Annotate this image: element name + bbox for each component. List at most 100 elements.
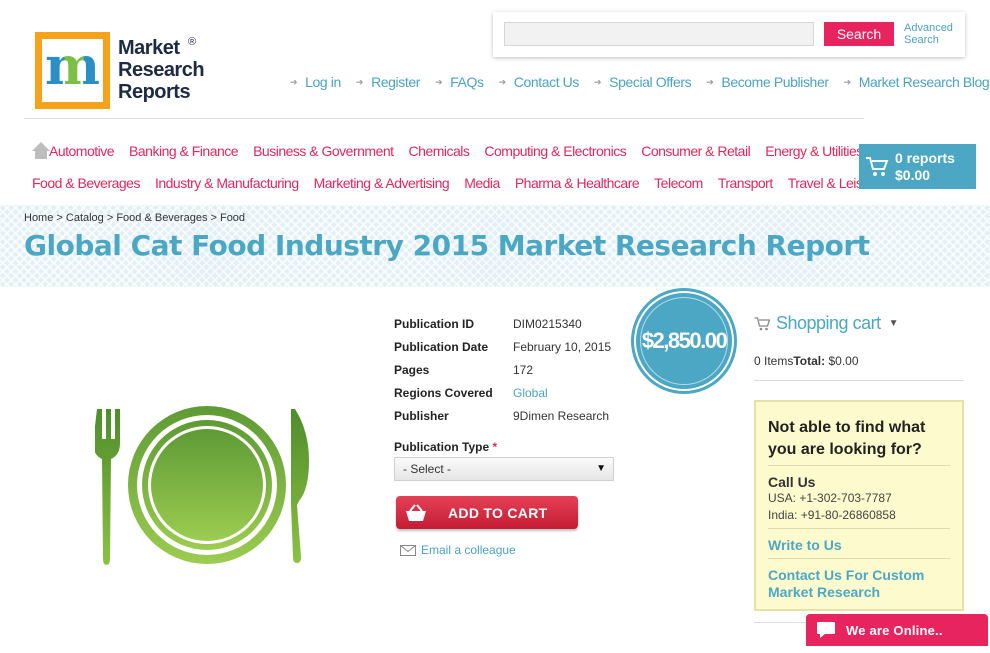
price-badge-ring: [640, 297, 728, 385]
category-computing-electronics[interactable]: Computing & Electronics: [484, 143, 626, 159]
help-box: Not able to find what you are looking fo…: [754, 400, 964, 611]
arrow-icon: ➔: [706, 76, 714, 87]
header-cart[interactable]: 0 reports $0.00: [859, 144, 976, 189]
category-transport[interactable]: Transport: [718, 175, 773, 191]
select-value: - Select -: [403, 462, 452, 476]
detail-key: Regions Covered: [394, 385, 493, 400]
nav-blog[interactable]: ➔ Market Research Blog: [844, 74, 990, 90]
category-pharma-healthcare[interactable]: Pharma & Healthcare: [515, 175, 640, 191]
cart-total-label: Total:: [793, 354, 826, 368]
arrow-icon: ➔: [498, 76, 507, 87]
arrow-icon: ➔: [843, 76, 852, 87]
sidebar-divider: [754, 380, 964, 381]
custom-research-link[interactable]: Contact Us For Custom Market Research: [768, 567, 950, 601]
food-plate-icon: [95, 406, 309, 565]
cart-icon: [866, 156, 889, 176]
cart-icon: [754, 316, 770, 330]
nav-log-in[interactable]: ➔ Log in: [290, 74, 341, 90]
category-business-government[interactable]: Business & Government: [253, 143, 394, 159]
publication-type-label-text: Publication Type: [394, 440, 490, 454]
nav-label: Market Research Blog: [858, 74, 990, 90]
live-chat-button[interactable]: We are Online..: [806, 614, 988, 646]
detail-key: Publication Date: [394, 339, 489, 354]
publisher-value: 9Dimen Research: [513, 408, 610, 423]
search-input[interactable]: [504, 22, 814, 46]
write-to-us-link[interactable]: Write to Us: [768, 537, 950, 554]
nav-register[interactable]: ➔ Register: [356, 74, 420, 90]
search-panel: Search Advanced Search: [493, 12, 965, 57]
arrow-icon: ➔: [290, 76, 298, 87]
cart-report-count: 0 reports: [895, 149, 955, 166]
add-to-cart-label: ADD TO CART: [448, 504, 548, 521]
dropdown-arrow-icon: ▼: [596, 463, 606, 474]
header-divider: [24, 118, 864, 119]
page: m Market Research Reports ® Search Advan…: [0, 0, 990, 653]
cart-items-count: 0 Items: [754, 354, 794, 368]
arrow-icon: ➔: [355, 76, 364, 87]
arrow-icon: ➔: [435, 76, 443, 87]
category-food-beverages[interactable]: Food & Beverages: [32, 175, 140, 191]
category-automotive[interactable]: Automotive: [49, 143, 115, 159]
nav-faqs[interactable]: ➔ FAQs: [435, 74, 484, 90]
page-title: Global Cat Food Industry 2015 Market Res…: [24, 229, 870, 262]
advanced-search-line-2: Search: [904, 34, 939, 46]
nav-label: Register: [371, 74, 420, 90]
cart-amount: $0.00: [895, 166, 931, 183]
logo-line-3: Reports: [118, 81, 191, 103]
email-colleague-label: Email a colleague: [421, 543, 516, 557]
cart-total-value: $0.00: [828, 354, 859, 368]
logo-mark-letter: m: [44, 36, 101, 97]
detail-row: Regions Covered Global: [394, 381, 611, 404]
detail-row: Publisher 9Dimen Research: [394, 404, 611, 427]
advanced-search-line-1: Advanced: [904, 22, 953, 34]
publication-date-value: February 10, 2015: [513, 339, 612, 354]
category-industry-manufacturing[interactable]: Industry & Manufacturing: [155, 175, 299, 191]
logo-line-2: Research: [118, 59, 205, 81]
search-button[interactable]: Search: [824, 22, 894, 46]
detail-key: Publication ID: [394, 316, 475, 331]
logo-text: Market Research Reports ®: [118, 36, 205, 103]
category-chemicals[interactable]: Chemicals: [409, 143, 470, 159]
nav-label: Become Publisher: [721, 74, 829, 90]
basket-icon: [396, 496, 436, 529]
title-banner: Home > Catalog > Food & Beverages > Food…: [0, 205, 990, 287]
usa-phone: USA: +1-302-703-7787: [768, 491, 892, 505]
nav-special-offers[interactable]: ➔ Special Offers: [593, 74, 692, 90]
detail-row: Pages 172: [394, 358, 611, 381]
publication-type-select[interactable]: - Select - ▼: [394, 457, 614, 481]
email-colleague-link[interactable]: Email a colleague: [400, 543, 516, 557]
publication-details: Publication ID DIM0215340 Publication Dat…: [394, 312, 611, 427]
category-banking-finance[interactable]: Banking & Finance: [129, 143, 239, 159]
category-energy-utilities[interactable]: Energy & Utilities: [765, 143, 863, 159]
chat-bubble-icon: [806, 614, 846, 646]
breadcrumb[interactable]: Home > Catalog > Food & Beverages > Food: [24, 212, 245, 224]
shopping-cart-summary: 0 ItemsTotal: $0.00: [754, 354, 859, 368]
shopping-cart-toggle[interactable]: Shopping cart ▼: [754, 313, 899, 334]
nav-label: Log in: [305, 74, 341, 90]
detail-row: Publication Date February 10, 2015: [394, 335, 611, 358]
category-marketing-advertising[interactable]: Marketing & Advertising: [314, 175, 450, 191]
detail-key: Pages: [394, 362, 430, 377]
nav-contact-us[interactable]: ➔ Contact Us: [498, 74, 580, 90]
regions-link[interactable]: Global: [513, 386, 548, 400]
site-logo[interactable]: m Market Research Reports ®: [35, 30, 215, 110]
nav-label: Special Offers: [609, 74, 692, 90]
india-phone: India: +91-80-26860858: [768, 508, 896, 522]
publication-id-value: DIM0215340: [513, 316, 582, 331]
required-marker: *: [492, 440, 498, 454]
nav-become-publisher[interactable]: ➔ Become Publisher: [706, 74, 829, 90]
arrow-icon: ➔: [593, 76, 602, 87]
category-media[interactable]: Media: [464, 175, 500, 191]
online-label: We are Online..: [846, 622, 943, 638]
publication-type-label: Publication Type *: [394, 440, 497, 454]
category-telecom[interactable]: Telecom: [654, 175, 703, 191]
advanced-search-link[interactable]: Advanced Search: [904, 22, 964, 46]
logo-mark: m: [35, 31, 110, 109]
shopping-cart-title: Shopping cart: [776, 313, 881, 333]
call-us-heading: Call Us: [768, 474, 816, 490]
category-consumer-retail[interactable]: Consumer & Retail: [641, 143, 751, 159]
nav-label: Contact Us: [513, 74, 580, 90]
detail-row: Publication ID DIM0215340: [394, 312, 611, 335]
category-menu: Automotive Banking & Finance Business & …: [24, 140, 882, 194]
add-to-cart-button[interactable]: ADD TO CART: [396, 496, 578, 529]
